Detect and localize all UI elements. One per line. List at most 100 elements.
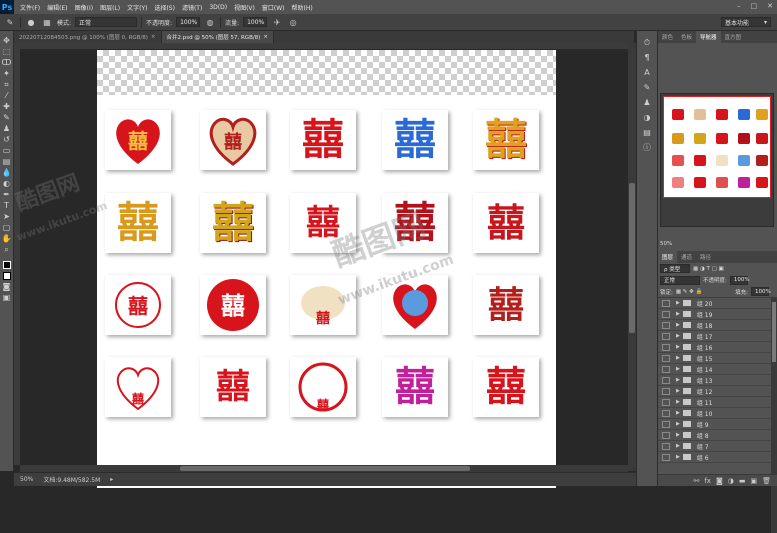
tab-layers[interactable]: 图层 [658,251,678,263]
workspace-select[interactable]: 基本功能 ▾ [721,17,771,27]
expand-arrow-icon[interactable]: ▶ [676,377,680,383]
type-tool-icon[interactable]: T [1,200,13,211]
layer-group-row[interactable]: ▶ 组 9 [658,419,771,430]
layer-group-row[interactable]: ▶ 组 15 [658,353,771,364]
filter-icons[interactable]: ▦ ◑ T ▢ ▣ [693,266,724,272]
layer-opacity-input[interactable]: 100% [729,275,750,285]
layer-group-row[interactable]: ▶ 组 19 [658,309,771,320]
quick-mask-icon[interactable]: ◙ [1,281,13,292]
adjustment-layer-icon[interactable]: ◑ [728,477,734,485]
scroll-thumb[interactable] [772,302,776,362]
history-panel-icon[interactable]: ⏱ [640,37,654,48]
menu-help[interactable]: 帮助(H) [292,3,313,12]
foreground-color-swatch[interactable] [1,259,13,270]
layer-group-row[interactable]: ▶ 组 17 [658,331,771,342]
layer-group-row[interactable]: ▶ 组 11 [658,397,771,408]
flow-input[interactable]: 100% [243,17,268,27]
brush-panel-icon[interactable]: ✎ [640,82,654,93]
gradient-tool-icon[interactable]: ▤ [1,156,13,167]
expand-arrow-icon[interactable]: ▶ [676,311,680,317]
layer-group-row[interactable]: ▶ 组 16 [658,342,771,353]
layer-group-row[interactable]: ▶ 组 18 [658,320,771,331]
adjustments-icon[interactable]: ◑ [640,112,654,123]
brush-preset-icon[interactable]: ● [25,17,37,28]
scroll-thumb[interactable] [629,183,635,333]
brush-panel-icon[interactable]: ▦ [41,17,53,28]
dodge-tool-icon[interactable]: ◐ [1,178,13,189]
expand-arrow-icon[interactable]: ▶ [676,421,680,427]
visibility-toggle[interactable] [662,365,670,373]
visibility-toggle[interactable] [662,453,670,461]
link-icon[interactable]: ⚯ [693,477,699,485]
maximize-icon[interactable]: □ [751,2,758,10]
navigator-preview[interactable] [660,93,774,227]
visibility-toggle[interactable] [662,332,670,340]
visibility-toggle[interactable] [662,431,670,439]
background-color-swatch[interactable] [1,270,13,281]
move-tool-icon[interactable]: ✥ [1,35,13,46]
visibility-toggle[interactable] [662,321,670,329]
tab-close-icon[interactable]: × [151,34,156,40]
tab-close-icon[interactable]: × [263,34,268,40]
visibility-toggle[interactable] [662,354,670,362]
paragraph-panel-icon[interactable]: ¶ [640,52,654,63]
properties-icon[interactable]: ▤ [640,127,654,138]
layer-group-row[interactable]: ▶ 组 10 [658,408,771,419]
stamp-tool-icon[interactable]: ♟ [1,123,13,134]
eyedropper-tool-icon[interactable]: ⁄ [1,90,13,101]
visibility-toggle[interactable] [662,409,670,417]
navigator-zoom[interactable]: 50% [658,241,777,249]
marquee-tool-icon[interactable]: ⬚ [1,46,13,57]
screen-mode-icon[interactable]: ▣ [1,292,13,303]
expand-arrow-icon[interactable]: ▶ [676,366,680,372]
shape-tool-icon[interactable]: ▢ [1,222,13,233]
minimize-icon[interactable]: – [737,2,741,10]
blend-mode-select[interactable]: 正常 [660,275,700,285]
tab-navigator[interactable]: 导航器 [696,31,721,43]
layer-group-row[interactable]: ▶ 组 13 [658,375,771,386]
expand-arrow-icon[interactable]: ▶ [676,355,680,361]
menu-select[interactable]: 选择(S) [154,3,175,12]
visibility-toggle[interactable] [662,310,670,318]
layer-group-row[interactable]: ▶ 组 20 [658,298,771,309]
menu-image[interactable]: 图像(I) [75,3,93,12]
menu-file[interactable]: 文件(F) [20,3,40,12]
menu-window[interactable]: 窗口(W) [262,3,285,12]
brush-tool-icon[interactable]: ✎ [1,112,13,123]
scroll-thumb[interactable] [180,466,470,471]
layer-group-row[interactable]: ▶ 组 8 [658,430,771,441]
tab-document-2[interactable]: 合并2.psd @ 50% (图层 57, RGB/8) × [161,31,274,43]
mode-select[interactable]: 正常 [75,17,138,27]
expand-arrow-icon[interactable]: ▶ [676,300,680,306]
brush-tool-icon[interactable]: ✎ [4,17,16,28]
airbrush-icon[interactable]: ✈ [271,17,283,28]
pressure-opacity-icon[interactable]: ◍ [204,17,216,28]
tab-paths[interactable]: 路径 [696,251,715,263]
expand-arrow-icon[interactable]: ▶ [676,399,680,405]
expand-arrow-icon[interactable]: ▶ [676,443,680,449]
menu-layer[interactable]: 图层(L) [100,3,120,12]
crop-tool-icon[interactable]: ⌗ [1,79,13,90]
path-select-tool-icon[interactable]: ➤ [1,211,13,222]
expand-arrow-icon[interactable]: ▶ [676,333,680,339]
status-arrow-icon[interactable]: ▸ [110,476,113,483]
navigator-view-box[interactable] [663,96,771,198]
tab-histogram[interactable]: 直方图 [721,31,746,43]
expand-arrow-icon[interactable]: ▶ [676,322,680,328]
menu-filter[interactable]: 滤镜(T) [182,3,202,12]
fx-icon[interactable]: fx [704,477,711,485]
hand-tool-icon[interactable]: ✋ [1,233,13,244]
vertical-scrollbar[interactable] [628,43,636,471]
layer-group-row[interactable]: ▶ 组 12 [658,386,771,397]
clone-source-icon[interactable]: ♟ [640,97,654,108]
close-icon[interactable]: ✕ [767,2,773,10]
tab-color[interactable]: 颜色 [658,31,677,43]
mask-icon[interactable]: ◙ [716,477,723,485]
tab-channels[interactable]: 通道 [677,251,696,263]
layers-scrollbar[interactable] [771,298,777,533]
zoom-tool-icon[interactable]: ⌕ [1,244,13,255]
expand-arrow-icon[interactable]: ▶ [676,432,680,438]
layer-kind-filter[interactable]: ρ 类型 [660,264,690,273]
eraser-tool-icon[interactable]: ▭ [1,145,13,156]
visibility-toggle[interactable] [662,442,670,450]
